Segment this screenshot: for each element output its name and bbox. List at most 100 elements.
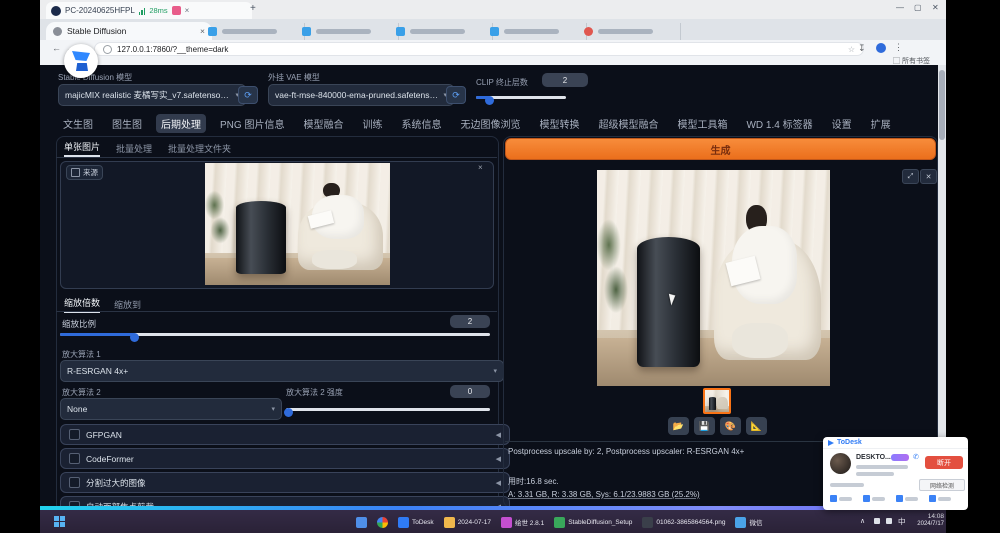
open-folder-button[interactable]: 📂: [668, 417, 689, 435]
disconnect-button[interactable]: 断开: [925, 456, 963, 469]
todesk-panel[interactable]: ToDesk DESKTO... ✆ 断开 网络检测: [823, 437, 968, 510]
checkbox-icon[interactable]: [69, 477, 80, 488]
todesk-screenshot-button[interactable]: [896, 495, 918, 502]
taskbar-app-icon[interactable]: [356, 516, 367, 528]
taskbar-todesk[interactable]: ToDesk: [398, 516, 434, 528]
upscaler2-strength-slider[interactable]: [286, 408, 490, 411]
send-to-img2img-button[interactable]: 📐: [746, 417, 767, 435]
todesk-settings-button[interactable]: [929, 495, 951, 502]
tab-image-browser[interactable]: 无边图像浏览: [455, 114, 525, 133]
call-icon[interactable]: ✆: [913, 453, 919, 461]
chrome-icon[interactable]: [377, 516, 388, 528]
subtab-batch-process[interactable]: 批量处理: [116, 142, 152, 155]
tray-volume-icon[interactable]: [874, 518, 880, 524]
source-image[interactable]: [205, 163, 390, 285]
vae-dropdown[interactable]: vae-ft-mse-840000-ema-pruned.safetensors…: [268, 84, 454, 106]
upscaler1-dropdown[interactable]: R-ESRGAN 4x+ ▾: [60, 360, 504, 382]
tray-clock[interactable]: 14:08 2024/7/17: [908, 513, 944, 529]
window-maximize-button[interactable]: ▢: [914, 3, 922, 12]
taskbar-folder[interactable]: 2024-07-17: [443, 516, 491, 528]
clip-skip-slider-handle[interactable]: [485, 96, 494, 105]
remote-session-tab[interactable]: PC-20240625HFPL 28ms ×: [46, 2, 252, 19]
subtab-single-image[interactable]: 单张图片: [64, 140, 101, 157]
logo-shape: [72, 51, 90, 61]
browser-tab[interactable]: [202, 23, 305, 40]
browser-tab[interactable]: [484, 23, 587, 40]
split-oversized-accordion[interactable]: 分割过大的图像 ◀: [60, 472, 510, 493]
refresh-icon: ⟳: [452, 89, 460, 100]
taskbar-launcher[interactable]: 绘世 2.8.1: [500, 516, 545, 528]
new-session-button[interactable]: +: [250, 3, 256, 14]
network-check-button[interactable]: 网络检测: [919, 479, 965, 491]
gfpgan-accordion[interactable]: GFPGAN ◀: [60, 424, 510, 445]
image-icon: [71, 168, 80, 177]
result-image[interactable]: [597, 170, 830, 386]
window-close-button[interactable]: ✕: [932, 3, 939, 12]
start-button[interactable]: [54, 516, 65, 527]
memory-info-text: A: 3.31 GB, R: 3.38 GB, Sys: 6.1/23.9883…: [508, 490, 700, 499]
blurred-tab-text: [410, 29, 465, 34]
checkbox-icon[interactable]: [69, 453, 80, 464]
photo-plant: [597, 208, 632, 322]
todesk-audio-toggle[interactable]: [830, 495, 852, 502]
scale-ratio-input[interactable]: 2: [450, 315, 490, 328]
ime-indicator[interactable]: 中: [898, 516, 906, 527]
save-image-button[interactable]: 💾: [694, 417, 715, 435]
clip-skip-input[interactable]: 2: [542, 73, 588, 87]
browser-menu-icon[interactable]: ⋮: [894, 42, 903, 53]
back-icon[interactable]: ←: [52, 43, 61, 53]
window-minimize-button[interactable]: —: [896, 3, 904, 12]
tab-super-merger[interactable]: 超级模型融合: [593, 114, 663, 133]
clear-image-button[interactable]: ×: [478, 163, 483, 172]
tab-system-info[interactable]: 系统信息: [396, 114, 446, 133]
model-refresh-button[interactable]: ⟳: [238, 86, 258, 104]
tab-img2img[interactable]: 图生图: [107, 114, 147, 133]
tab-train[interactable]: 训练: [357, 114, 387, 133]
tab-postprocess[interactable]: 后期处理: [156, 113, 206, 133]
blurred-version: [856, 472, 894, 476]
taskbar-setup[interactable]: StableDiffusion_Setup: [554, 516, 632, 528]
tab-checkpoint-merger[interactable]: 模型融合: [298, 114, 348, 133]
vae-value: vae-ft-mse-840000-ema-pruned.safetensors: [275, 90, 440, 100]
tab-model-toolkit[interactable]: 模型工具箱: [672, 114, 732, 133]
tray-chevron-icon[interactable]: ∧: [860, 517, 865, 525]
page-scrollbar-thumb[interactable]: [939, 70, 945, 140]
session-close-icon[interactable]: ×: [185, 6, 190, 15]
scale-to-tab[interactable]: 缩放到: [114, 298, 141, 311]
tray-network-icon[interactable]: [886, 518, 892, 524]
codeformer-accordion[interactable]: CodeFormer ◀: [60, 448, 510, 469]
browser-tab[interactable]: [296, 23, 399, 40]
gallery-thumbnail[interactable]: [703, 388, 731, 414]
scale-ratio-slider-handle[interactable]: [130, 333, 139, 342]
close-result-button[interactable]: ✕: [920, 169, 937, 184]
browser-tab[interactable]: [390, 23, 493, 40]
download-icon[interactable]: ↧: [858, 43, 866, 54]
taskbar-wechat[interactable]: 微信: [735, 516, 762, 528]
tab-txt2img[interactable]: 文生图: [58, 114, 98, 133]
tab-settings[interactable]: 设置: [827, 114, 857, 133]
browser-tab[interactable]: [578, 23, 681, 40]
upscaler2-strength-input[interactable]: 0: [450, 385, 490, 398]
palette-icon: 🎨: [724, 420, 737, 431]
upscaler2-strength-slider-handle[interactable]: [284, 408, 293, 417]
taskbar-label: 绘世 2.8.1: [514, 520, 545, 527]
expand-image-button[interactable]: ⤢: [902, 169, 919, 184]
address-bar[interactable]: 127.0.0.1:7860/?__theme=dark ☆: [94, 42, 864, 56]
profile-avatar[interactable]: [876, 43, 886, 53]
tab-extensions[interactable]: 扩展: [866, 114, 896, 133]
tab-wd14-tagger[interactable]: WD 1.4 标签器: [741, 114, 817, 133]
taskbar-png-file[interactable]: 01062-3865864564.png: [642, 516, 725, 528]
tab-model-converter[interactable]: 模型转换: [534, 114, 584, 133]
checkbox-icon[interactable]: [69, 429, 80, 440]
subtab-batch-folder[interactable]: 批量处理文件夹: [168, 142, 231, 155]
model-dropdown[interactable]: majicMIX realistic 麦橘写实_v7.safetensors […: [58, 84, 246, 106]
tab-png-info[interactable]: PNG 图片信息: [215, 114, 289, 133]
browser-tab-active[interactable]: Stable Diffusion ×: [46, 22, 212, 40]
bookmark-star-icon[interactable]: ☆: [848, 45, 855, 54]
generate-button[interactable]: 生成: [505, 138, 936, 160]
upscaler2-dropdown[interactable]: None ▾: [60, 398, 282, 420]
todesk-quality-toggle[interactable]: [863, 495, 885, 502]
vae-refresh-button[interactable]: ⟳: [446, 86, 466, 104]
photo-air-purifier: [236, 200, 287, 275]
send-to-extras-button[interactable]: 🎨: [720, 417, 741, 435]
